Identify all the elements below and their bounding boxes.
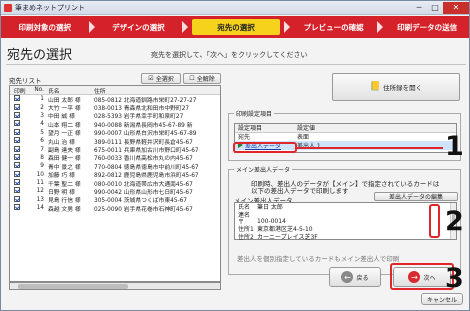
row-checkbox[interactable] xyxy=(10,162,34,170)
check-icon[interactable] xyxy=(14,145,20,152)
sender-footer-note: 差出人を個別指定しているカードもメイン差出人で印刷 xyxy=(237,255,400,263)
wizard-steps: 印刷対象の選択 デザインの選択 宛先の選択 プレビューの確認 印刷データの送信 xyxy=(1,16,469,38)
address-list[interactable]: 印刷 No. 氏名 住所 1 山田 太郎 様 085-0812 北海道釧路市栄町27… xyxy=(9,85,221,282)
row-checkbox[interactable] xyxy=(10,95,34,103)
row-number: 8 xyxy=(40,154,44,161)
row-number: 14 xyxy=(36,205,44,212)
row-number: 5 xyxy=(40,129,44,136)
check-icon[interactable] xyxy=(14,195,20,202)
select-all-button[interactable]: ☑ 全選択 xyxy=(141,73,181,84)
clear-all-button[interactable]: ☐ 全解除 xyxy=(183,73,221,84)
row-number: 2 xyxy=(40,104,44,111)
back-arrow-icon: ← xyxy=(341,271,354,283)
sender-group-label: メイン差出人データ xyxy=(234,165,293,174)
row-checkbox[interactable] xyxy=(10,103,34,112)
empty-checkbox-icon: ☐ xyxy=(189,75,195,82)
check-icon[interactable] xyxy=(14,103,20,110)
check-icon[interactable] xyxy=(14,111,20,118)
callout-line-1 xyxy=(297,147,443,149)
row-checkbox[interactable] xyxy=(10,128,34,137)
horizontal-scrollbar[interactable] xyxy=(9,282,221,290)
print-settings-label: 印刷設定項目 xyxy=(234,109,275,118)
app-window: 筆まめネットプリント ─ □ ✕ 印刷対象の選択 デザインの選択 宛先の選択 プ… xyxy=(0,0,470,311)
step-preview: プレビューの確認 xyxy=(303,22,364,32)
step-design: デザインの選択 xyxy=(112,22,165,32)
row-address: 025-0090 岩手県花巻市石神町45-67 xyxy=(94,206,193,213)
callout-number-2: 2 xyxy=(445,206,464,237)
step-recipient: 宛先の選択 xyxy=(192,19,280,35)
callout-box-1 xyxy=(233,142,297,153)
row-checkbox[interactable] xyxy=(10,153,34,162)
row-checkbox[interactable] xyxy=(10,145,34,154)
callout-box-2 xyxy=(429,204,440,238)
row-number: 9 xyxy=(40,163,44,170)
sender-detail: 氏名 筆日 太郎 連名 〒 100-0014 住所1 東京都港区芝4-5-10 住所2… xyxy=(234,202,457,241)
check-icon[interactable] xyxy=(14,162,20,169)
row-number: 7 xyxy=(40,146,44,153)
detail-row: 連名 xyxy=(238,211,251,219)
sender-note-2: 以下の差出人データで印刷します xyxy=(251,187,349,195)
settings-header: 設定項目 設定値 xyxy=(235,124,456,133)
checkbox-icon: ☑ xyxy=(148,75,154,82)
sender-group: メイン差出人データ 印刷時、差出人のデータが【メイン】で指定されているカードは … xyxy=(228,165,461,275)
row-checkbox[interactable] xyxy=(10,187,34,195)
row-number: 13 xyxy=(36,196,44,203)
check-icon[interactable] xyxy=(14,187,20,194)
row-number: 6 xyxy=(40,138,44,145)
address-list-label: 宛先リスト xyxy=(9,77,42,85)
page-title: 宛先の選択 xyxy=(7,48,73,63)
detail-row: 氏名 筆日 太郎 xyxy=(238,204,283,212)
app-icon xyxy=(4,3,12,12)
back-button[interactable]: ← 戻る xyxy=(329,267,381,287)
step-send: 印刷データの送信 xyxy=(397,22,458,32)
list-item[interactable]: 14 森越 文男 様 025-0090 岩手県花巻市石神町45-67 xyxy=(10,204,220,213)
row-checkbox[interactable] xyxy=(10,195,34,204)
scroll-thumb[interactable] xyxy=(18,283,128,289)
address-book-icon: 📒 xyxy=(369,82,382,92)
edit-sender-button[interactable]: 差出人データの編集 xyxy=(374,192,458,201)
check-icon[interactable] xyxy=(14,128,20,135)
row-name: 森越 文男 様 xyxy=(48,206,81,213)
open-address-book-button[interactable]: 📒 住所録を開く xyxy=(332,73,460,101)
row-checkbox[interactable] xyxy=(10,204,34,212)
maximize-icon[interactable]: □ xyxy=(427,2,443,14)
check-icon[interactable] xyxy=(14,170,20,177)
check-icon[interactable] xyxy=(14,179,20,186)
row-number: 1 xyxy=(40,96,44,103)
check-icon[interactable] xyxy=(14,95,20,102)
minimize-icon[interactable]: ─ xyxy=(411,2,427,14)
row-checkbox[interactable] xyxy=(10,120,34,128)
window-controls: ─ □ ✕ xyxy=(411,1,469,14)
step-print-target: 印刷対象の選択 xyxy=(18,22,72,32)
detail-row: 住所2 カーニープレイス芝3F xyxy=(238,233,318,241)
print-settings-group: 印刷設定項目 設定項目設定値 宛先表面 差出人データ差出人 1 xyxy=(228,109,461,161)
row-number: 11 xyxy=(36,180,44,187)
row-number: 4 xyxy=(40,121,44,128)
callout-number-3: 3 xyxy=(445,263,464,294)
row-number: 10 xyxy=(36,171,44,178)
callout-number-1: 1 xyxy=(445,131,464,162)
window-title: 筆まめネットプリント xyxy=(15,3,85,12)
check-icon[interactable] xyxy=(14,120,20,127)
step-arrow-icon xyxy=(182,21,189,33)
check-icon[interactable] xyxy=(14,137,20,144)
row-checkbox[interactable] xyxy=(10,111,34,120)
list-header: 印刷 No. 氏名 住所 xyxy=(10,86,220,95)
row-number: 3 xyxy=(40,112,44,119)
check-icon[interactable] xyxy=(14,204,20,211)
instruction-text: 宛先を選択して、「次へ」をクリックしてください xyxy=(151,51,308,59)
row-checkbox[interactable] xyxy=(10,170,34,179)
cancel-button[interactable]: キャンセル xyxy=(421,293,463,305)
check-icon[interactable] xyxy=(14,153,20,160)
close-icon[interactable]: ✕ xyxy=(443,1,469,14)
row-checkbox[interactable] xyxy=(10,137,34,145)
title-bar: 筆まめネットプリント ─ □ ✕ xyxy=(1,1,469,15)
settings-row[interactable]: 宛先 表面 xyxy=(235,133,456,141)
divider xyxy=(6,64,466,65)
row-checkbox[interactable] xyxy=(10,179,34,187)
row-number: 12 xyxy=(36,188,44,195)
